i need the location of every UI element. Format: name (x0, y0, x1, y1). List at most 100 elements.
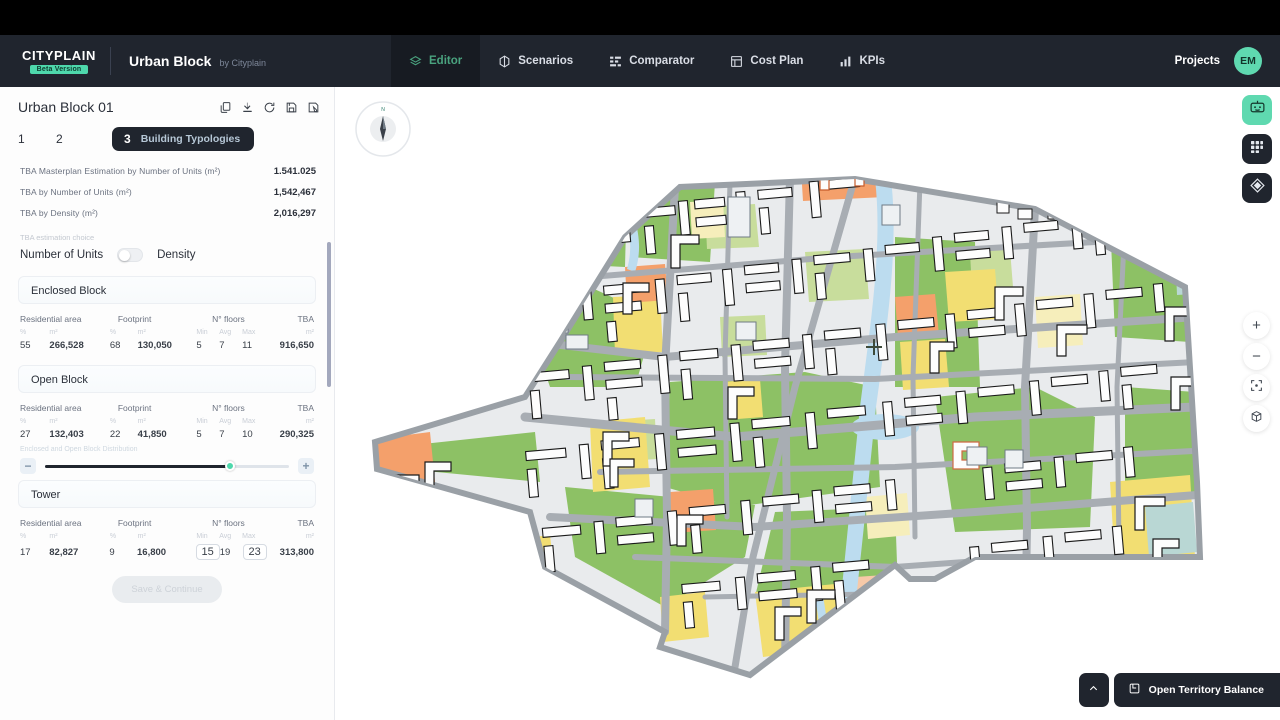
tower-min-floors-input[interactable]: 15 (196, 544, 220, 560)
collapse-panel-button[interactable] (1079, 673, 1109, 707)
brand-logo[interactable]: CITYPLAIN Beta Version (0, 35, 110, 87)
save-as-icon[interactable] (307, 101, 320, 114)
tab-kpis[interactable]: KPIs (821, 35, 903, 87)
group-footprint: Footprint (118, 314, 212, 324)
sidebar-action-icons (219, 101, 320, 114)
group-residential-area: Residential area (20, 403, 118, 413)
save-icon[interactable] (285, 101, 298, 114)
val-fl-avg: 7 (219, 429, 242, 440)
ai-assistant-button[interactable] (1242, 95, 1272, 125)
column-subheader: % m² % m² Min Avg Max m² (20, 329, 314, 336)
kpi-label: TBA by Density (m²) (20, 208, 98, 218)
sub-fp-m2: m² (138, 418, 197, 425)
tab-scenarios[interactable]: Scenarios (480, 35, 591, 87)
reset-icon[interactable] (263, 101, 276, 114)
typology-table-tower: Residential area Footprint N° floors TBA… (18, 518, 316, 560)
comparator-icon (609, 55, 622, 68)
group-footprint: Footprint (118, 403, 212, 413)
slider-increment-button[interactable]: + (298, 458, 314, 474)
step-tab-2[interactable]: 2 (56, 132, 94, 146)
group-residential-area: Residential area (20, 314, 118, 324)
val-fl-max[interactable]: 11 (242, 340, 275, 351)
sub-res-pct: % (20, 329, 49, 336)
project-title-block: Urban Block by Cityplain (111, 35, 391, 87)
sub-fl-min: Min (196, 533, 219, 540)
kpi-row-tba-by-density: TBA by Density (m²) 2,016,297 (18, 203, 316, 224)
kpi-value: 2,016,297 (274, 208, 316, 219)
sub-fp-pct: % (110, 329, 138, 336)
kpi-row-tba-by-units: TBA by Number of Units (m²) 1,542,467 (18, 182, 316, 203)
val-fl-max[interactable]: 10 (242, 429, 275, 440)
diamond-tool-button[interactable] (1242, 173, 1272, 203)
tab-cost-plan[interactable]: Cost Plan (712, 35, 821, 87)
territory-balance-bar: Open Territory Balance (1079, 673, 1280, 707)
step-3-label: Building Typologies (141, 133, 241, 145)
user-avatar[interactable]: EM (1234, 47, 1262, 75)
map-canvas[interactable]: N (335, 87, 1280, 720)
column-group-header: Residential area Footprint N° floors TBA (20, 518, 314, 528)
projects-link[interactable]: Projects (1175, 55, 1220, 67)
val-fp-pct: 22 (110, 429, 138, 440)
tower-min-floors-value: 15 (196, 544, 220, 560)
compass-rose[interactable]: N (356, 102, 410, 156)
val-fl-avg: 7 (219, 340, 242, 351)
territory-balance-icon (1128, 682, 1141, 698)
sub-tba-m2: m² (275, 533, 314, 540)
layers-icon (409, 55, 422, 68)
val-tba: 290,325 (275, 429, 314, 440)
sub-fl-min: Min (196, 329, 219, 336)
tab-comparator[interactable]: Comparator (591, 35, 712, 87)
column-subheader: % m² % m² Min Avg Max m² (20, 418, 314, 425)
typology-name: Enclosed Block (31, 285, 303, 297)
val-fl-min[interactable]: 5 (196, 429, 219, 440)
typology-name: Open Block (31, 374, 303, 386)
tab-editor[interactable]: Editor (391, 35, 480, 87)
view-3d-icon (1250, 410, 1263, 427)
val-fl-min[interactable]: 5 (196, 340, 219, 351)
val-fp-pct: 68 (110, 340, 138, 351)
sub-res-m2: m² (49, 418, 109, 425)
sub-fl-max: Max (242, 418, 275, 425)
slider-knob[interactable] (225, 461, 235, 471)
map-tool-rail (1242, 95, 1272, 203)
top-navigation-bar: CITYPLAIN Beta Version Urban Block by Ci… (0, 35, 1280, 87)
tower-max-floors-input[interactable]: 23 (243, 544, 276, 560)
distribution-slider-track[interactable] (45, 465, 289, 468)
view-3d-button[interactable] (1243, 405, 1270, 432)
kpi-value: 1,542,467 (274, 187, 316, 198)
slider-decrement-button[interactable]: − (20, 458, 36, 474)
masterplan-map[interactable]: N (335, 87, 1280, 720)
typology-card-tower: Tower (18, 480, 316, 508)
group-tba: TBA (297, 403, 314, 413)
column-group-header: Residential area Footprint N° floors TBA (20, 403, 314, 413)
zoom-out-button[interactable]: − (1243, 343, 1270, 370)
group-floors: N° floors (212, 403, 297, 413)
map-zoom-controls: + − (1243, 312, 1270, 432)
open-territory-balance-button[interactable]: Open Territory Balance (1114, 673, 1280, 707)
val-fl-avg: 19 (220, 547, 243, 558)
sidebar-header: Urban Block 01 (0, 87, 334, 121)
val-fp-m2: 41,850 (138, 429, 197, 440)
val-tba: 313,800 (275, 547, 314, 558)
nav-right-group: Projects EM (1175, 35, 1280, 87)
download-icon[interactable] (241, 101, 254, 114)
tab-kpis-label: KPIs (859, 55, 885, 67)
group-floors: N° floors (212, 518, 297, 528)
save-and-continue-button[interactable]: Save & Continue (112, 576, 222, 603)
cost-plan-icon (730, 55, 743, 68)
duplicate-icon[interactable] (219, 101, 232, 114)
zoom-in-button[interactable]: + (1243, 312, 1270, 339)
fit-to-screen-button[interactable] (1243, 374, 1270, 401)
step-tab-3-building-typologies[interactable]: 3 Building Typologies (112, 127, 254, 151)
typology-name: Tower (31, 489, 303, 501)
step-tab-1[interactable]: 1 (18, 132, 56, 146)
sidebar-scrollbar[interactable] (327, 242, 331, 387)
grid-layers-button[interactable] (1242, 134, 1272, 164)
tba-estimation-toggle[interactable] (117, 248, 143, 262)
typology-values-row: 17 82,827 9 16,800 15 19 23 313,800 (20, 544, 314, 560)
typology-card-open-block: Open Block (18, 365, 316, 393)
brand-name: CITYPLAIN (22, 49, 96, 63)
group-footprint: Footprint (118, 518, 212, 528)
tower-max-floors-value: 23 (243, 544, 267, 560)
val-fp-m2: 16,800 (137, 547, 196, 558)
